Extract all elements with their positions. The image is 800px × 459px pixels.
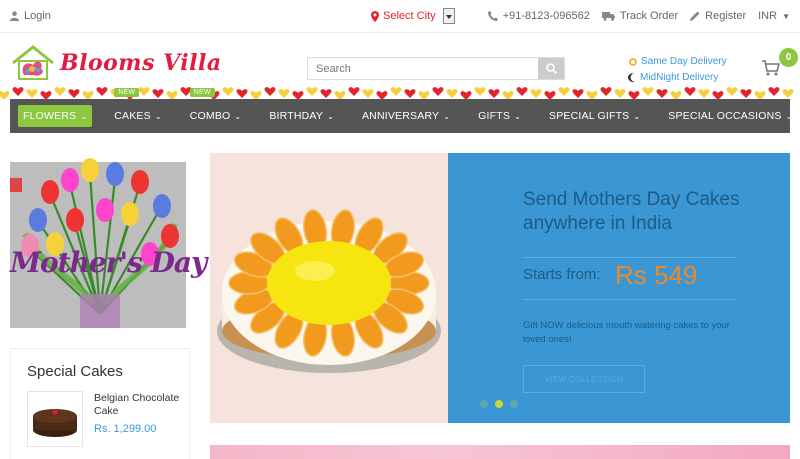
top-links: +91-8123-096562 Track Order Register INR…	[487, 10, 790, 22]
moon-icon	[628, 73, 635, 83]
nav-label: GIFTS	[478, 110, 511, 122]
nav-item-combo[interactable]: NEW COMBO ⌄	[176, 88, 256, 133]
new-badge: NEW	[114, 88, 140, 97]
search-bar	[307, 57, 565, 80]
truck-icon	[601, 12, 615, 21]
chocolate-cake-image	[33, 409, 77, 437]
currency-label: INR	[758, 10, 778, 22]
special-cakes-title: Special Cakes	[27, 363, 123, 380]
sun-icon	[629, 58, 637, 66]
nav-item-special-occasions[interactable]: SPECIAL OCCASIONS ⌄	[654, 99, 800, 133]
same-day-label: Same Day Delivery	[641, 56, 727, 67]
slide-price: Rs 549	[615, 260, 698, 290]
search-button[interactable]	[538, 58, 564, 79]
slide-title: Send Mothers Day Cakes anywhere in India	[523, 189, 740, 234]
nav-label: CAKES	[114, 110, 151, 122]
logo-text: Blooms Villa	[60, 50, 222, 76]
register-link[interactable]: Register	[690, 10, 746, 22]
chevron-down-icon: ⌄	[785, 111, 793, 121]
chevron-down-icon: ⌄	[443, 111, 451, 121]
chevron-down-icon: ⌄	[514, 111, 521, 121]
main-nav: FLOWERS ⌄ NEW CAKES ⌄ NEW COMBO ⌄ BIRTHDAY ⌄…	[10, 88, 792, 133]
cart-icon	[762, 60, 781, 76]
delivery-options: Same Day Delivery MidNight Delivery	[628, 54, 727, 86]
user-icon	[10, 11, 19, 21]
nav-item-special-gifts[interactable]: SPECIAL GIFTS ⌄	[535, 99, 654, 133]
tulip-bouquet-image	[10, 154, 190, 328]
nav-label: SPECIAL OCCASIONS	[668, 110, 782, 122]
product-name[interactable]: Belgian Chocolate Cake	[94, 392, 184, 418]
slider-dots	[480, 400, 518, 408]
hero-slider: Send Mothers Day Cakes anywhere in India…	[210, 153, 790, 423]
slider-dot[interactable]	[510, 400, 518, 408]
currency-selector[interactable]: INR ▼	[758, 10, 790, 22]
phone-link[interactable]: +91-8123-096562	[487, 10, 590, 22]
chevron-down-icon: ⌄	[633, 111, 641, 121]
site-logo[interactable]: Blooms Villa	[10, 45, 222, 81]
chevron-down-icon: ▼	[782, 11, 790, 21]
track-order-link[interactable]: Track Order	[601, 10, 679, 22]
search-input[interactable]	[308, 58, 538, 79]
nav-label: ANNIVERSARY	[361, 110, 440, 122]
mothers-day-promo[interactable]: Mother's Day	[10, 154, 207, 328]
chevron-down-icon: ⌄	[154, 111, 162, 121]
city-dropdown-button[interactable]	[442, 8, 455, 24]
nav-item-anniversary[interactable]: ANNIVERSARY ⌄	[348, 99, 464, 133]
login-link[interactable]: Login	[10, 10, 51, 22]
slide-description: Gift NOW delicious mouth watering cakes …	[523, 320, 730, 345]
register-label: Register	[705, 10, 747, 22]
slide-content: Send Mothers Day Cakes anywhere in India…	[448, 153, 790, 423]
nav-label: BIRTHDAY	[269, 110, 324, 122]
nav-label: FLOWERS	[23, 110, 77, 122]
cart-button[interactable]	[762, 60, 781, 79]
chevron-down-icon: ⌄	[80, 111, 88, 121]
nav-item-flowers[interactable]: FLOWERS ⌄	[18, 105, 93, 127]
secondary-banner[interactable]	[210, 445, 790, 459]
midnight-label: MidNight Delivery	[640, 72, 719, 83]
product-price: Rs. 1,299.00	[94, 423, 157, 435]
same-day-delivery[interactable]: Same Day Delivery	[628, 54, 727, 70]
nav-item-gifts[interactable]: GIFTS ⌄	[464, 99, 535, 133]
nav-item-birthday[interactable]: BIRTHDAY ⌄	[255, 99, 348, 133]
top-bar: Login Select City +91-8123-096562 Track …	[0, 0, 800, 33]
view-collection-button[interactable]: VIEW COLLECTION	[523, 365, 645, 393]
orange-cake-image	[210, 153, 448, 423]
slide-cake-image	[210, 153, 448, 423]
starts-from-label: Starts from:	[523, 266, 601, 283]
map-pin-icon	[371, 10, 379, 22]
login-label: Login	[24, 10, 51, 22]
slider-dot[interactable]	[480, 400, 488, 408]
track-order-label: Track Order	[619, 10, 679, 22]
nav-label: SPECIAL GIFTS	[548, 110, 630, 122]
logo-house-icon	[12, 45, 54, 80]
search-icon	[545, 63, 557, 74]
nav-item-cakes[interactable]: NEW CAKES ⌄	[100, 88, 176, 133]
pencil-icon	[690, 11, 700, 21]
slide-divider	[523, 257, 735, 258]
slide-divider	[523, 299, 735, 300]
phone-number: +91-8123-096562	[502, 10, 590, 22]
midnight-delivery[interactable]: MidNight Delivery	[628, 70, 727, 86]
chevron-down-icon: ⌄	[234, 111, 242, 121]
city-label: Select City	[383, 10, 436, 22]
slider-dot-active[interactable]	[495, 400, 503, 408]
nav-label: COMBO	[189, 110, 231, 122]
cart-count-badge: 0	[779, 48, 798, 67]
promo-text: Mother's Day	[10, 246, 207, 279]
phone-icon	[487, 11, 498, 21]
special-cakes-panel: Special Cakes Belgian Chocolate Cake Rs.…	[10, 348, 190, 459]
city-selector[interactable]: Select City	[371, 8, 455, 24]
new-badge: NEW	[189, 88, 215, 97]
chevron-down-icon: ⌄	[327, 111, 334, 121]
product-thumbnail[interactable]	[27, 391, 83, 447]
